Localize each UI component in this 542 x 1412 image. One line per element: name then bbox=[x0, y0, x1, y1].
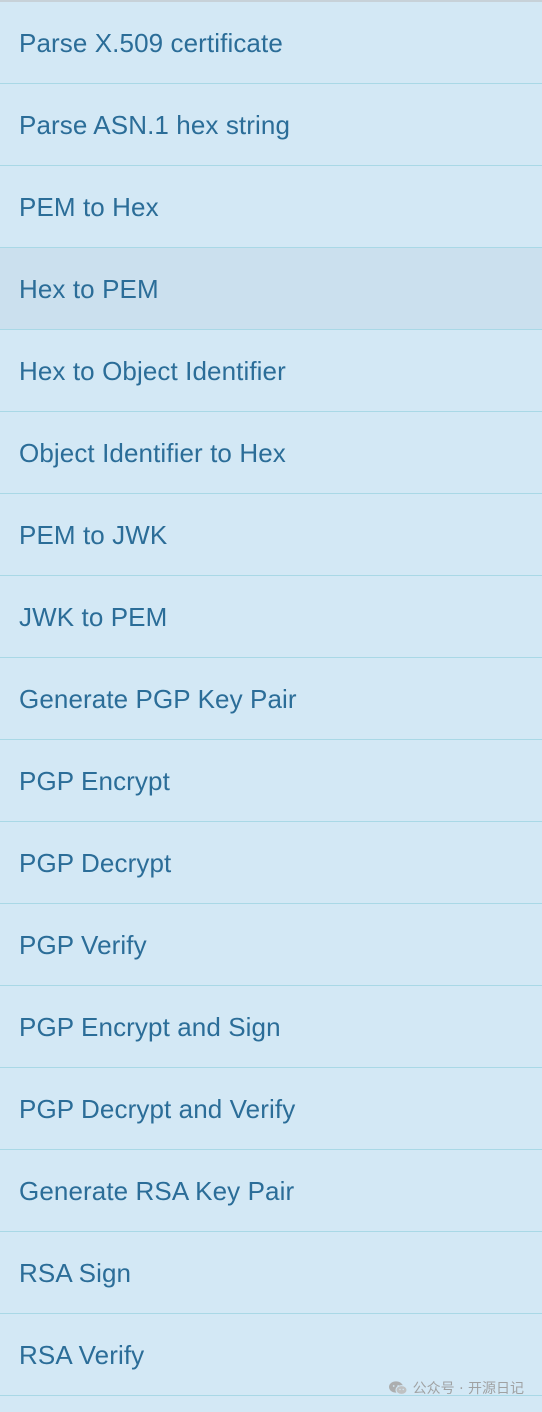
operation-generate-pgp-key-pair[interactable]: Generate PGP Key Pair bbox=[0, 658, 542, 740]
operation-label: JWK to PEM bbox=[19, 601, 168, 632]
operation-hex-to-object-identifier[interactable]: Hex to Object Identifier bbox=[0, 330, 542, 412]
operation-pem-to-jwk[interactable]: PEM to JWK bbox=[0, 494, 542, 576]
operation-generate-rsa-key-pair[interactable]: Generate RSA Key Pair bbox=[0, 1150, 542, 1232]
operation-parse-x509-certificate[interactable]: Parse X.509 certificate bbox=[0, 2, 542, 84]
watermark-text: 公众号 · 开源日记 bbox=[412, 1381, 524, 1397]
operation-label: Generate PGP Key Pair bbox=[19, 683, 297, 714]
operation-label: PGP Decrypt and Verify bbox=[19, 1093, 296, 1124]
operation-label: PEM to Hex bbox=[19, 191, 159, 222]
operation-pem-to-hex[interactable]: PEM to Hex bbox=[0, 166, 542, 248]
operation-label: PGP Verify bbox=[19, 929, 147, 960]
operation-label: PGP Decrypt bbox=[19, 847, 172, 878]
operation-label: Object Identifier to Hex bbox=[19, 437, 286, 468]
operation-parse-asn1-hex-string[interactable]: Parse ASN.1 hex string bbox=[0, 84, 542, 166]
operation-pgp-encrypt[interactable]: PGP Encrypt bbox=[0, 740, 542, 822]
operation-pgp-verify[interactable]: PGP Verify bbox=[0, 904, 542, 986]
operation-label: PGP Encrypt bbox=[19, 765, 170, 796]
operation-hex-to-pem[interactable]: Hex to PEM bbox=[0, 248, 542, 330]
operation-rsa-sign[interactable]: RSA Sign bbox=[0, 1232, 542, 1314]
operation-label: Hex to PEM bbox=[19, 273, 159, 304]
operation-label: Generate RSA Key Pair bbox=[19, 1175, 295, 1206]
operation-pgp-decrypt[interactable]: PGP Decrypt bbox=[0, 822, 542, 904]
operation-label: RSA Sign bbox=[19, 1257, 132, 1288]
operation-label: Parse X.509 certificate bbox=[19, 27, 283, 58]
operation-pgp-encrypt-and-sign[interactable]: PGP Encrypt and Sign bbox=[0, 986, 542, 1068]
operation-label: PGP Encrypt and Sign bbox=[19, 1011, 281, 1042]
operations-list: Parse X.509 certificate Parse ASN.1 hex … bbox=[0, 0, 542, 1412]
operation-pgp-decrypt-and-verify[interactable]: PGP Decrypt and Verify bbox=[0, 1068, 542, 1150]
watermark: 公众号 · 开源日记 bbox=[388, 1378, 524, 1398]
wechat-icon bbox=[388, 1380, 408, 1396]
operation-label: PEM to JWK bbox=[19, 519, 168, 550]
operation-next-partial[interactable] bbox=[0, 1396, 542, 1412]
operation-jwk-to-pem[interactable]: JWK to PEM bbox=[0, 576, 542, 658]
operation-label: Parse ASN.1 hex string bbox=[19, 109, 290, 140]
operation-object-identifier-to-hex[interactable]: Object Identifier to Hex bbox=[0, 412, 542, 494]
operation-label: Hex to Object Identifier bbox=[19, 355, 286, 386]
operation-label: RSA Verify bbox=[19, 1339, 145, 1370]
